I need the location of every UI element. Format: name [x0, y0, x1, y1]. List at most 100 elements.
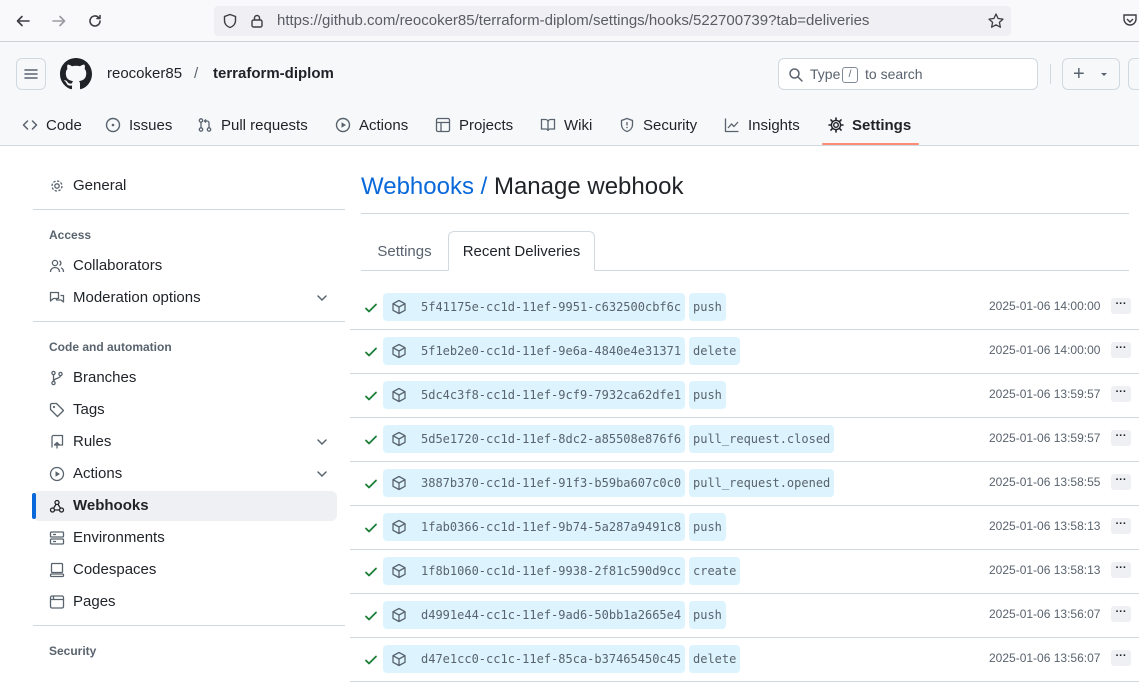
more-options-button[interactable]: ··· [1111, 430, 1131, 446]
tab-insights[interactable]: Insights [724, 104, 800, 146]
tab-webhook-settings[interactable]: Settings [361, 231, 448, 271]
create-new-button[interactable]: + [1062, 58, 1120, 90]
tab-wiki[interactable]: Wiki [540, 104, 592, 146]
delivery-guid-link[interactable]: 5f1eb2e0-cc1d-11ef-9e6a-4840e4e31371 [383, 337, 686, 365]
sidebar-item-label: Environments [73, 529, 165, 546]
lock-icon[interactable] [250, 13, 264, 29]
sidebar-item-rules[interactable]: Rules [33, 427, 337, 457]
tab-recent-deliveries[interactable]: Recent Deliveries [448, 231, 595, 271]
table-row[interactable]: 5d5e1720-cc1d-11ef-8dc2-a85508e876f6 pull… [350, 418, 1139, 462]
delivery-event-badge: push [689, 601, 726, 629]
delivery-guid-link[interactable]: 5f41175e-cc1d-11ef-9951-c632500cbf6c [383, 293, 686, 321]
tab-projects[interactable]: Projects [435, 104, 513, 146]
more-options-button[interactable]: ··· [1111, 474, 1131, 490]
issues-button[interactable] [1128, 58, 1139, 90]
sidebar-divider [33, 625, 345, 626]
sidebar-item-environments[interactable]: Environments [33, 523, 337, 553]
more-options-button[interactable]: ··· [1111, 342, 1131, 358]
delivery-guid-link[interactable]: d47e1cc0-cc1c-11ef-85ca-b37465450c45 [383, 645, 686, 673]
sidebar-item-actions[interactable]: Actions [33, 459, 337, 489]
tab-code[interactable]: Code [22, 104, 82, 146]
sidebar-item-pages[interactable]: Pages [33, 587, 337, 617]
tab-label: Settings [852, 116, 912, 134]
kebab-horizontal-icon: ··· [1115, 650, 1127, 662]
more-options-button[interactable]: ··· [1111, 562, 1131, 578]
table-row[interactable]: 5dc4c3f8-cc1d-11ef-9cf9-7932ca62dfe1 push… [350, 374, 1139, 418]
sidebar-item-collaborators[interactable]: Collaborators [33, 251, 337, 281]
sidebar-item-label: Rules [73, 433, 112, 450]
github-logo-icon[interactable] [60, 58, 92, 90]
tab-pull-requests[interactable]: Pull requests [197, 104, 308, 146]
page-title: Webhooks / Manage webhook [361, 173, 683, 201]
reload-icon[interactable] [82, 8, 108, 34]
kebab-horizontal-icon: ··· [1115, 342, 1127, 354]
delivery-timestamp: 2025-01-06 13:58:13 [989, 519, 1101, 533]
sidebar-item-tags[interactable]: Tags [33, 395, 337, 425]
chevron-down-icon [317, 471, 327, 478]
hamburger-menu-button[interactable] [16, 58, 46, 90]
delivery-timestamp: 2025-01-06 14:00:00 [989, 343, 1101, 357]
sidebar-item-branches[interactable]: Branches [33, 363, 337, 393]
sidebar-item-label: Branches [73, 369, 137, 386]
sidebar-item-codespaces[interactable]: Codespaces [33, 555, 337, 585]
check-icon [365, 479, 377, 489]
search-shortcut-key: / [842, 67, 858, 83]
package-icon [392, 387, 406, 403]
tab-label: Issues [129, 116, 173, 134]
delivery-event-badge: delete [689, 645, 741, 673]
sidebar-item-label: Moderation options [73, 289, 201, 306]
table-row[interactable]: 1fab0366-cc1d-11ef-9b74-5a287a9491c8 push… [350, 506, 1139, 550]
delivery-event-badge: create [689, 557, 741, 585]
package-icon [392, 563, 406, 579]
search-input[interactable]: Type / to search [778, 58, 1038, 90]
tab-actions[interactable]: Actions [335, 104, 408, 146]
sidebar-item-general[interactable]: General [33, 171, 337, 201]
tracking-shield-icon[interactable] [222, 13, 238, 29]
forward-icon[interactable] [46, 8, 72, 34]
more-options-button[interactable]: ··· [1111, 298, 1131, 314]
tab-issues[interactable]: Issues [105, 104, 172, 146]
table-row[interactable]: d4991e44-cc1c-11ef-9ad6-50bb1a2665e4 push… [350, 594, 1139, 638]
repo-name-link[interactable]: terraform-diplom [213, 65, 334, 82]
url-text[interactable]: https://github.com/reocoker85/terraform-… [277, 12, 869, 29]
delivery-guid: 5dc4c3f8-cc1d-11ef-9cf9-7932ca62dfe1 [421, 388, 682, 402]
delivery-guid-link[interactable]: 1fab0366-cc1d-11ef-9b74-5a287a9491c8 [383, 513, 686, 541]
back-icon[interactable] [10, 8, 36, 34]
delivery-guid-link[interactable]: 5dc4c3f8-cc1d-11ef-9cf9-7932ca62dfe1 [383, 381, 686, 409]
table-row[interactable]: 1f8b1060-cc1d-11ef-9938-2f81c590d9cc crea… [350, 550, 1139, 594]
delivery-guid-link[interactable]: d4991e44-cc1c-11ef-9ad6-50bb1a2665e4 [383, 601, 686, 629]
table-row[interactable]: 5f1eb2e0-cc1d-11ef-9e6a-4840e4e31371 dele… [350, 330, 1139, 374]
sidebar-item-moderation-options[interactable]: Moderation options [33, 283, 337, 313]
more-options-button[interactable]: ··· [1111, 650, 1131, 666]
tab-settings[interactable]: Settings [828, 104, 911, 146]
sidebar-item-webhooks[interactable]: Webhooks [32, 491, 337, 521]
more-options-button[interactable]: ··· [1111, 386, 1131, 402]
shield-icon [620, 117, 634, 133]
kebab-horizontal-icon: ··· [1115, 298, 1127, 310]
check-icon [365, 523, 377, 533]
book-icon [540, 118, 556, 132]
menu-icon [24, 69, 38, 79]
kebab-horizontal-icon: ··· [1115, 430, 1127, 442]
delivery-guid-link[interactable]: 1f8b1060-cc1d-11ef-9938-2f81c590d9cc [383, 557, 686, 585]
table-row[interactable]: 3887b370-cc1d-11ef-91f3-b59ba607c0c0 pull… [350, 462, 1139, 506]
url-bar[interactable]: https://github.com/reocoker85/terraform-… [214, 6, 1011, 36]
pocket-icon[interactable] [1122, 12, 1138, 28]
more-options-button[interactable]: ··· [1111, 606, 1131, 622]
tab-security[interactable]: Security [619, 104, 697, 146]
delivery-guid: 5d5e1720-cc1d-11ef-8dc2-a85508e876f6 [421, 432, 682, 446]
check-icon [365, 303, 377, 313]
delivery-guid-link[interactable]: 5d5e1720-cc1d-11ef-8dc2-a85508e876f6 [383, 425, 686, 453]
check-icon [365, 435, 377, 445]
delivery-timestamp: 2025-01-06 13:56:07 [989, 607, 1101, 621]
kebab-horizontal-icon: ··· [1115, 562, 1127, 574]
table-row[interactable]: d47e1cc0-cc1c-11ef-85ca-b37465450c45 dele… [350, 638, 1139, 682]
delivery-guid-link[interactable]: 3887b370-cc1d-11ef-91f3-b59ba607c0c0 [383, 469, 686, 497]
table-row[interactable]: 5f41175e-cc1d-11ef-9951-c632500cbf6c push… [350, 286, 1139, 330]
delivery-guid: 5f41175e-cc1d-11ef-9951-c632500cbf6c [421, 300, 682, 314]
repo-owner-link[interactable]: reocoker85 [107, 65, 182, 82]
bookmark-star-icon[interactable] [987, 12, 1005, 30]
more-options-button[interactable]: ··· [1111, 518, 1131, 534]
webhooks-breadcrumb-link[interactable]: Webhooks / [361, 173, 487, 200]
header-divider [1050, 64, 1051, 84]
